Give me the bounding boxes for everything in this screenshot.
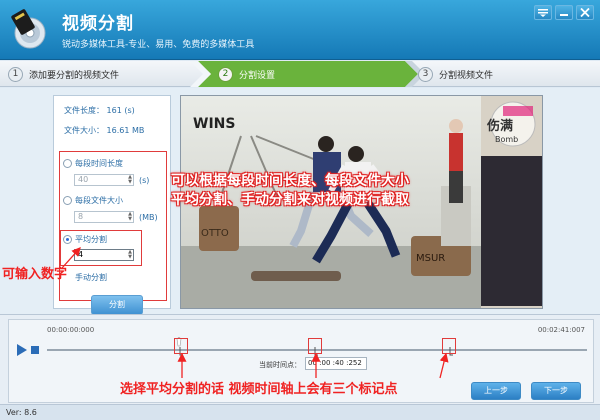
step-1[interactable]: 1 添加要分割的视频文件 — [8, 61, 119, 87]
marker-highlight-box — [442, 338, 456, 354]
title-bar: 视频分割 锐动多媒体工具-专业、易用、免费的多媒体工具 — [0, 0, 600, 60]
app-title: 视频分割 — [62, 14, 134, 34]
step-2-label: 分割设置 — [239, 70, 276, 81]
marker-highlight-box — [308, 338, 322, 354]
menu-icon[interactable] — [534, 5, 552, 20]
prev-step-button[interactable]: 上一步 — [471, 382, 521, 400]
annotation-main-line2: 平均分割、手动分割来对视频进行截取 — [171, 192, 409, 208]
current-time-label: 当前时间点： — [259, 361, 301, 369]
even-split-count-input[interactable]: 4 ▲ ▼ — [74, 249, 134, 261]
timeline-end-time: 00:02:41:007 — [537, 326, 585, 334]
step-2-number: 2 — [218, 66, 233, 82]
step-3-number: 3 — [418, 66, 433, 82]
video-text-msur: MSUR — [416, 253, 445, 264]
segment-size-unit: (MB) — [139, 213, 158, 222]
steps-bar: 1 添加要分割的视频文件 2 分割设置 3 分割视频文件 — [0, 61, 600, 87]
annotation-main-line1: 可以根据每段时间长度、每段文件大小 — [171, 173, 409, 189]
even-split-count-value: 4 — [78, 250, 84, 259]
spinner-arrows-icon[interactable]: ▲ ▼ — [128, 212, 132, 222]
minimize-icon[interactable] — [555, 5, 573, 20]
segment-length-value: 40 — [78, 175, 89, 184]
annotation-bottom-tip: 选择平均分割的话 视频时间轴上会有三个标记点 — [120, 382, 398, 397]
spinner-arrows-icon[interactable]: ▲ ▼ — [128, 250, 132, 260]
next-step-button[interactable]: 下一步 — [531, 382, 581, 400]
segment-size-input[interactable]: 8 ▲ ▼ — [74, 211, 134, 223]
radio-segment-size-label: 每段文件大小 — [75, 196, 123, 205]
annotation-input-tip: 可输入数字 — [2, 267, 68, 282]
file-length-value: 161 (s) — [106, 106, 135, 115]
file-size-row: 文件大小： 16.61 MB — [64, 125, 144, 136]
video-text-bomb-top: 伤满 — [486, 118, 513, 134]
radio-segment-size[interactable]: 每段文件大小 — [63, 195, 123, 206]
file-size-value: 16.61 MB — [106, 126, 145, 135]
annotation-main: 可以根据每段时间长度、每段文件大小 平均分割、手动分割来对视频进行截取 — [171, 172, 409, 210]
play-icon[interactable] — [17, 344, 27, 356]
current-time-input[interactable]: 00 :00 :40 :252 — [305, 357, 367, 370]
timeline-start-time: 00:00:00:000 — [47, 326, 95, 334]
radio-even-split-label: 平均分割 — [75, 235, 107, 244]
segment-size-value: 8 — [78, 212, 84, 221]
radio-segment-size-dot[interactable] — [63, 196, 72, 205]
file-size-label: 文件大小： — [64, 126, 104, 135]
radio-manual-split-label: 手动分割 — [75, 273, 107, 282]
segment-length-unit: (s) — [139, 176, 150, 185]
video-text-bomb: Bomb — [495, 135, 518, 144]
marker-highlight-box — [174, 338, 188, 354]
version-label: Ver: 8.6 — [6, 408, 37, 417]
radio-manual-split[interactable]: 手动分割 — [63, 272, 107, 283]
video-text-otto: OTTO — [201, 228, 229, 239]
radio-segment-length-label: 每段时间长度 — [75, 159, 123, 168]
radio-even-split-dot[interactable] — [63, 235, 72, 244]
step-1-number: 1 — [8, 66, 23, 82]
app-subtitle: 锐动多媒体工具-专业、易用、免费的多媒体工具 — [62, 40, 255, 50]
close-icon[interactable] — [576, 5, 594, 20]
file-length-row: 文件长度： 161 (s) — [64, 105, 135, 116]
step-1-label: 添加要分割的视频文件 — [29, 70, 120, 81]
radio-segment-length[interactable]: 每段时间长度 — [63, 158, 123, 169]
app-logo-icon — [11, 9, 46, 49]
file-length-label: 文件长度： — [64, 106, 104, 115]
radio-even-split[interactable]: 平均分割 — [63, 234, 107, 245]
radio-segment-length-dot[interactable] — [63, 159, 72, 168]
step-3-label: 分割视频文件 — [439, 70, 494, 81]
step-2[interactable]: 2 分割设置 — [218, 61, 275, 87]
stop-icon[interactable] — [31, 346, 39, 354]
window-controls — [534, 5, 594, 20]
step-3[interactable]: 3 分割视频文件 — [418, 61, 493, 87]
segment-length-input[interactable]: 40 ▲ ▼ — [74, 174, 134, 186]
video-text-wins: WINS — [193, 116, 235, 132]
settings-panel: 文件长度： 161 (s) 文件大小： 16.61 MB 每段时间长度 40 ▲… — [53, 95, 171, 315]
split-button[interactable]: 分割 — [91, 295, 143, 315]
spinner-arrows-icon[interactable]: ▲ ▼ — [128, 175, 132, 185]
status-bar: Ver: 8.6 — [0, 404, 600, 420]
